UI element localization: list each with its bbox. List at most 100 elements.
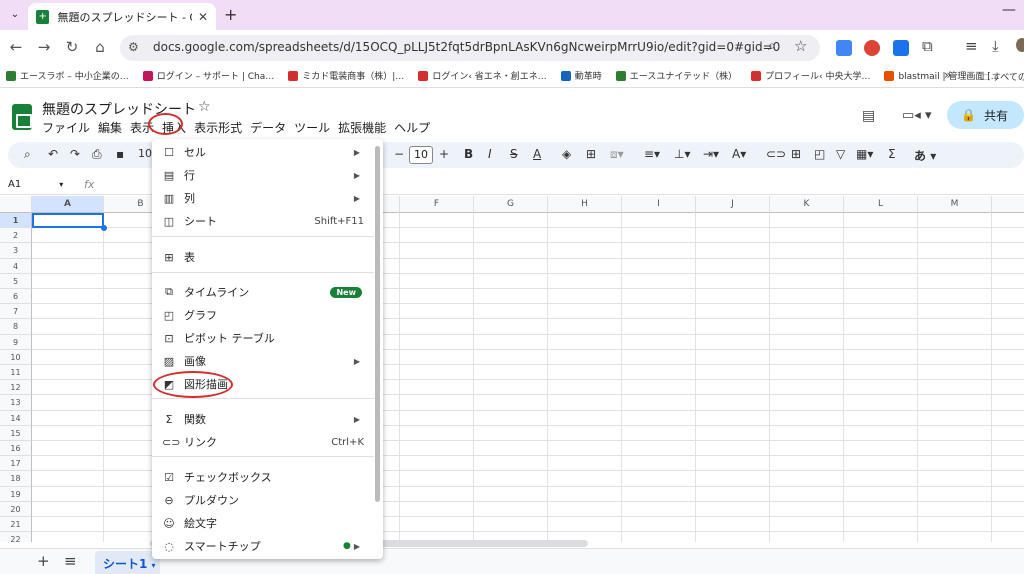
bookmark-item[interactable]: ログイン – サポート | Cha… <box>142 69 274 82</box>
row-header[interactable]: 14 <box>0 410 32 426</box>
zoom-search-icon[interactable]: ⌕ <box>768 38 776 54</box>
browser-tab[interactable]: + 無題のスプレッドシート - Google スプレ ✕ <box>28 3 216 30</box>
menu-item-チェックボックス[interactable]: ☑ チェックボックス <box>152 466 374 488</box>
window-minimize-icon[interactable]: — <box>1002 2 1016 18</box>
menu-item-絵文字[interactable]: ☺ 絵文字 <box>152 512 374 534</box>
calendar-extension-icon[interactable] <box>893 40 909 56</box>
more-bookmarks-chevron-icon[interactable]: » <box>944 68 951 82</box>
row-header[interactable]: 19 <box>0 486 32 502</box>
increase-font-icon[interactable]: + <box>439 147 449 161</box>
row-header[interactable]: 18 <box>0 471 32 487</box>
menu-item-プルダウン[interactable]: ⊖ プルダウン <box>152 489 374 511</box>
url-text[interactable]: docs.google.com/spreadsheets/d/15OCQ_pLL… <box>153 40 780 54</box>
share-button[interactable]: 🔒 共有 <box>947 101 1024 129</box>
row-header[interactable]: 11 <box>0 365 32 381</box>
bookmark-item[interactable]: エースラボ – 中小企業の… <box>6 69 129 82</box>
add-sheet-button[interactable]: + <box>37 552 50 570</box>
reload-icon[interactable]: ↻ <box>62 38 82 56</box>
row-header[interactable]: 7 <box>0 304 32 320</box>
extensions-puzzle-icon[interactable]: ⧉ <box>922 37 933 55</box>
star-icon[interactable]: ☆ <box>198 99 211 115</box>
horizontal-align-icon[interactable]: ≡▾ <box>644 147 660 161</box>
meet-video-icon[interactable]: ▭◂ ▾ <box>902 108 931 123</box>
filter-icon[interactable]: ▽ <box>836 147 845 161</box>
insert-chart-icon[interactable]: ◰ <box>814 147 825 161</box>
row-header[interactable]: 3 <box>0 243 32 259</box>
redo-icon[interactable]: ↷ <box>70 147 80 161</box>
fill-handle[interactable] <box>101 225 107 231</box>
undo-icon[interactable]: ↶ <box>48 147 58 161</box>
all-bookmarks-folder[interactable]: 🗀 すべての <box>980 70 1024 86</box>
menu-item-タイムライン[interactable]: ⧉ タイムライン New <box>152 281 374 303</box>
row-header[interactable]: 20 <box>0 501 32 517</box>
row-header[interactable]: 22 <box>0 532 32 542</box>
functions-icon[interactable]: Σ <box>888 147 896 161</box>
forward-arrow-icon[interactable]: → <box>34 38 54 56</box>
row-header[interactable]: 6 <box>0 289 32 305</box>
bookmark-item[interactable]: プロフィール‹ 中央大学… <box>751 69 870 82</box>
text-rotation-icon[interactable]: A▾ <box>732 147 746 161</box>
column-header[interactable]: G <box>474 196 548 213</box>
menu-item-表[interactable]: ⊞ 表 <box>152 246 374 268</box>
row-header[interactable]: 5 <box>0 273 32 289</box>
menu-item-画像[interactable]: ▨ 画像 ▶ <box>152 350 374 372</box>
menu-4[interactable]: 表示形式 <box>194 119 242 136</box>
vertical-align-icon[interactable]: ⊥▾ <box>674 147 690 161</box>
row-header[interactable]: 10 <box>0 349 32 365</box>
extension-icon[interactable] <box>836 40 852 56</box>
menu-item-シート[interactable]: ◫ シート Shift+F11 <box>152 210 374 232</box>
row-header[interactable]: 12 <box>0 380 32 396</box>
column-header[interactable]: K <box>770 196 844 213</box>
paint-format-icon[interactable]: ▪ <box>116 147 124 161</box>
decrease-font-icon[interactable]: − <box>394 147 404 161</box>
sheet-tab[interactable]: シート1 ▾ <box>95 551 160 574</box>
menu-5[interactable]: データ <box>250 119 286 136</box>
column-header[interactable]: I <box>622 196 696 213</box>
profile-avatar[interactable] <box>1016 38 1024 52</box>
column-header[interactable]: F <box>400 196 474 213</box>
row-header[interactable]: 13 <box>0 395 32 411</box>
menu-item-行[interactable]: ▤ 行 ▶ <box>152 164 374 186</box>
menu-6[interactable]: ツール <box>294 119 330 136</box>
strikethrough-icon[interactable]: S <box>510 147 518 161</box>
bookmark-item[interactable]: 動革時 <box>560 69 602 82</box>
insert-comment-icon[interactable]: ⊞ <box>791 147 801 161</box>
insert-link-icon[interactable]: ⊂⊃ <box>766 147 786 161</box>
fill-color-icon[interactable]: ◈ <box>562 147 571 161</box>
name-box[interactable]: A1 ▾ <box>8 179 63 190</box>
merge-cells-icon[interactable]: ⧈▾ <box>610 147 624 162</box>
menu-item-ピボット テーブル[interactable]: ⊡ ピボット テーブル <box>152 327 374 349</box>
row-header[interactable]: 4 <box>0 258 32 274</box>
print-icon[interactable]: ⎙ <box>92 147 102 162</box>
all-sheets-button[interactable]: ≡ <box>64 552 77 570</box>
tab-close-icon[interactable]: ✕ <box>198 10 208 24</box>
menu-item-リンク[interactable]: ⊂⊃ リンク Ctrl+K <box>152 431 374 453</box>
borders-icon[interactable]: ⊞ <box>586 147 596 161</box>
column-header[interactable]: A <box>32 196 104 213</box>
column-header[interactable]: N <box>992 196 1024 213</box>
back-arrow-icon[interactable]: ← <box>6 38 26 56</box>
font-size-input[interactable]: 10 <box>409 146 433 164</box>
site-info-icon[interactable]: ⚙ <box>128 40 139 54</box>
menu-scrollbar[interactable] <box>375 146 380 502</box>
download-icon[interactable]: ⤓ <box>992 37 999 55</box>
row-header[interactable]: 9 <box>0 334 32 350</box>
bookmark-item[interactable]: エースユナイテッド（株） <box>615 69 737 82</box>
sheets-logo-icon[interactable] <box>12 104 32 130</box>
row-header[interactable]: 2 <box>0 228 32 244</box>
menu-item-セル[interactable]: ☐ セル ▶ <box>152 141 374 163</box>
column-header[interactable]: M <box>918 196 992 213</box>
row-header[interactable]: 16 <box>0 441 32 457</box>
text-wrap-icon[interactable]: ⇥▾ <box>703 147 719 161</box>
menu-item-列[interactable]: ▥ 列 ▶ <box>152 187 374 209</box>
row-header[interactable]: 15 <box>0 425 32 441</box>
row-header[interactable]: 8 <box>0 319 32 335</box>
home-icon[interactable]: ⌂ <box>90 38 110 56</box>
column-header[interactable]: H <box>548 196 622 213</box>
column-header[interactable]: J <box>696 196 770 213</box>
bookmark-star-icon[interactable]: ☆ <box>794 37 807 55</box>
row-header[interactable]: 1 <box>0 213 32 229</box>
row-header[interactable]: 17 <box>0 456 32 472</box>
media-control-icon[interactable]: ≡ <box>965 37 978 55</box>
menu-7[interactable]: 拡張機能 <box>338 119 386 136</box>
